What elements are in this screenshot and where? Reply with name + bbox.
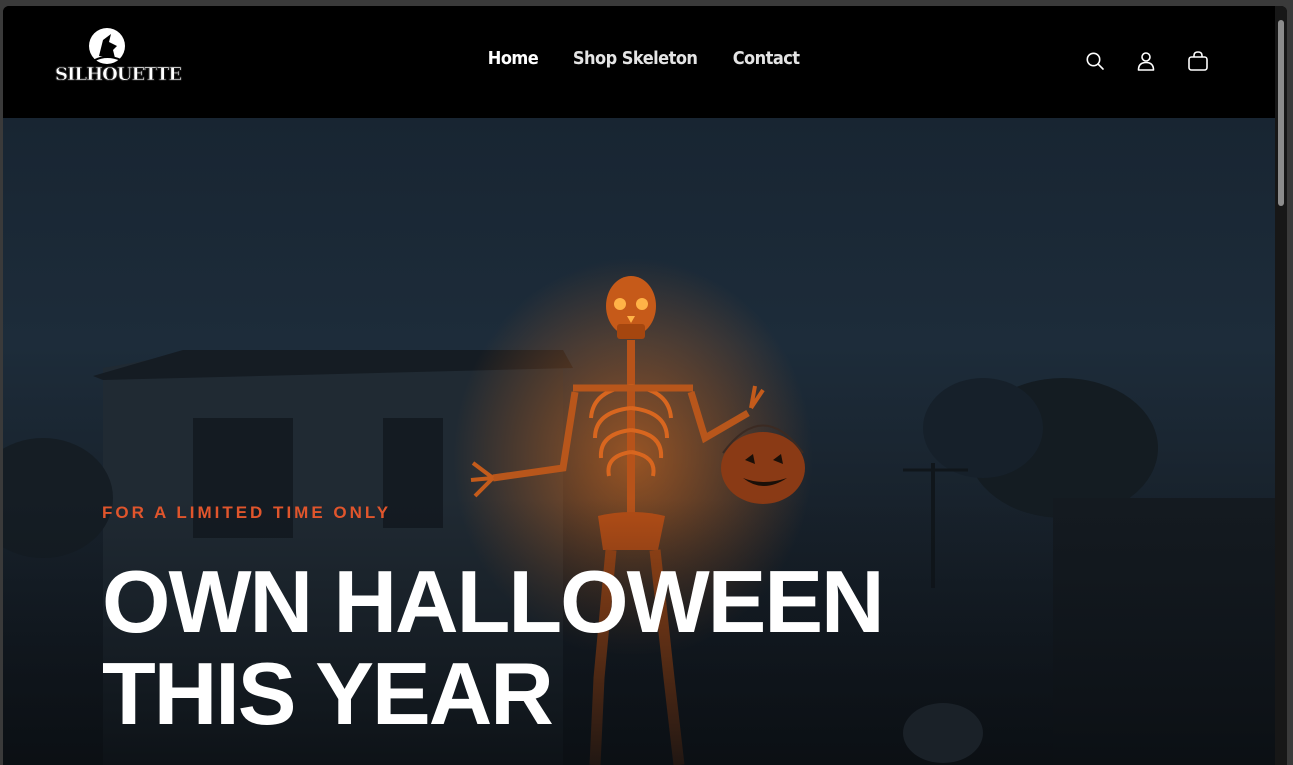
- hero-banner: FOR A LIMITED TIME ONLY OWN HALLOWEEN TH…: [3, 118, 1275, 765]
- nav-shop-skeleton[interactable]: Shop Skeleton: [573, 48, 698, 69]
- scrollbar-thumb[interactable]: [1278, 20, 1284, 206]
- site-header: SILHOUETTE Home Shop Skeleton Contact: [3, 6, 1275, 118]
- header-actions: [1085, 50, 1209, 72]
- browser-viewport: SILHOUETTE Home Shop Skeleton Contact FO…: [3, 6, 1287, 765]
- nav-contact[interactable]: Contact: [733, 48, 800, 69]
- hero-headline: OWN HALLOWEEN THIS YEAR: [102, 552, 885, 743]
- page-scrollbar[interactable]: [1275, 6, 1287, 765]
- nav-home[interactable]: Home: [488, 48, 539, 69]
- cart-icon[interactable]: [1187, 50, 1209, 72]
- account-icon[interactable]: [1136, 51, 1156, 71]
- search-icon[interactable]: [1085, 51, 1105, 71]
- hero-eyebrow: FOR A LIMITED TIME ONLY: [102, 503, 392, 522]
- hero-headline-line2: THIS YEAR: [102, 644, 554, 743]
- hero-headline-line1: OWN HALLOWEEN: [102, 552, 885, 651]
